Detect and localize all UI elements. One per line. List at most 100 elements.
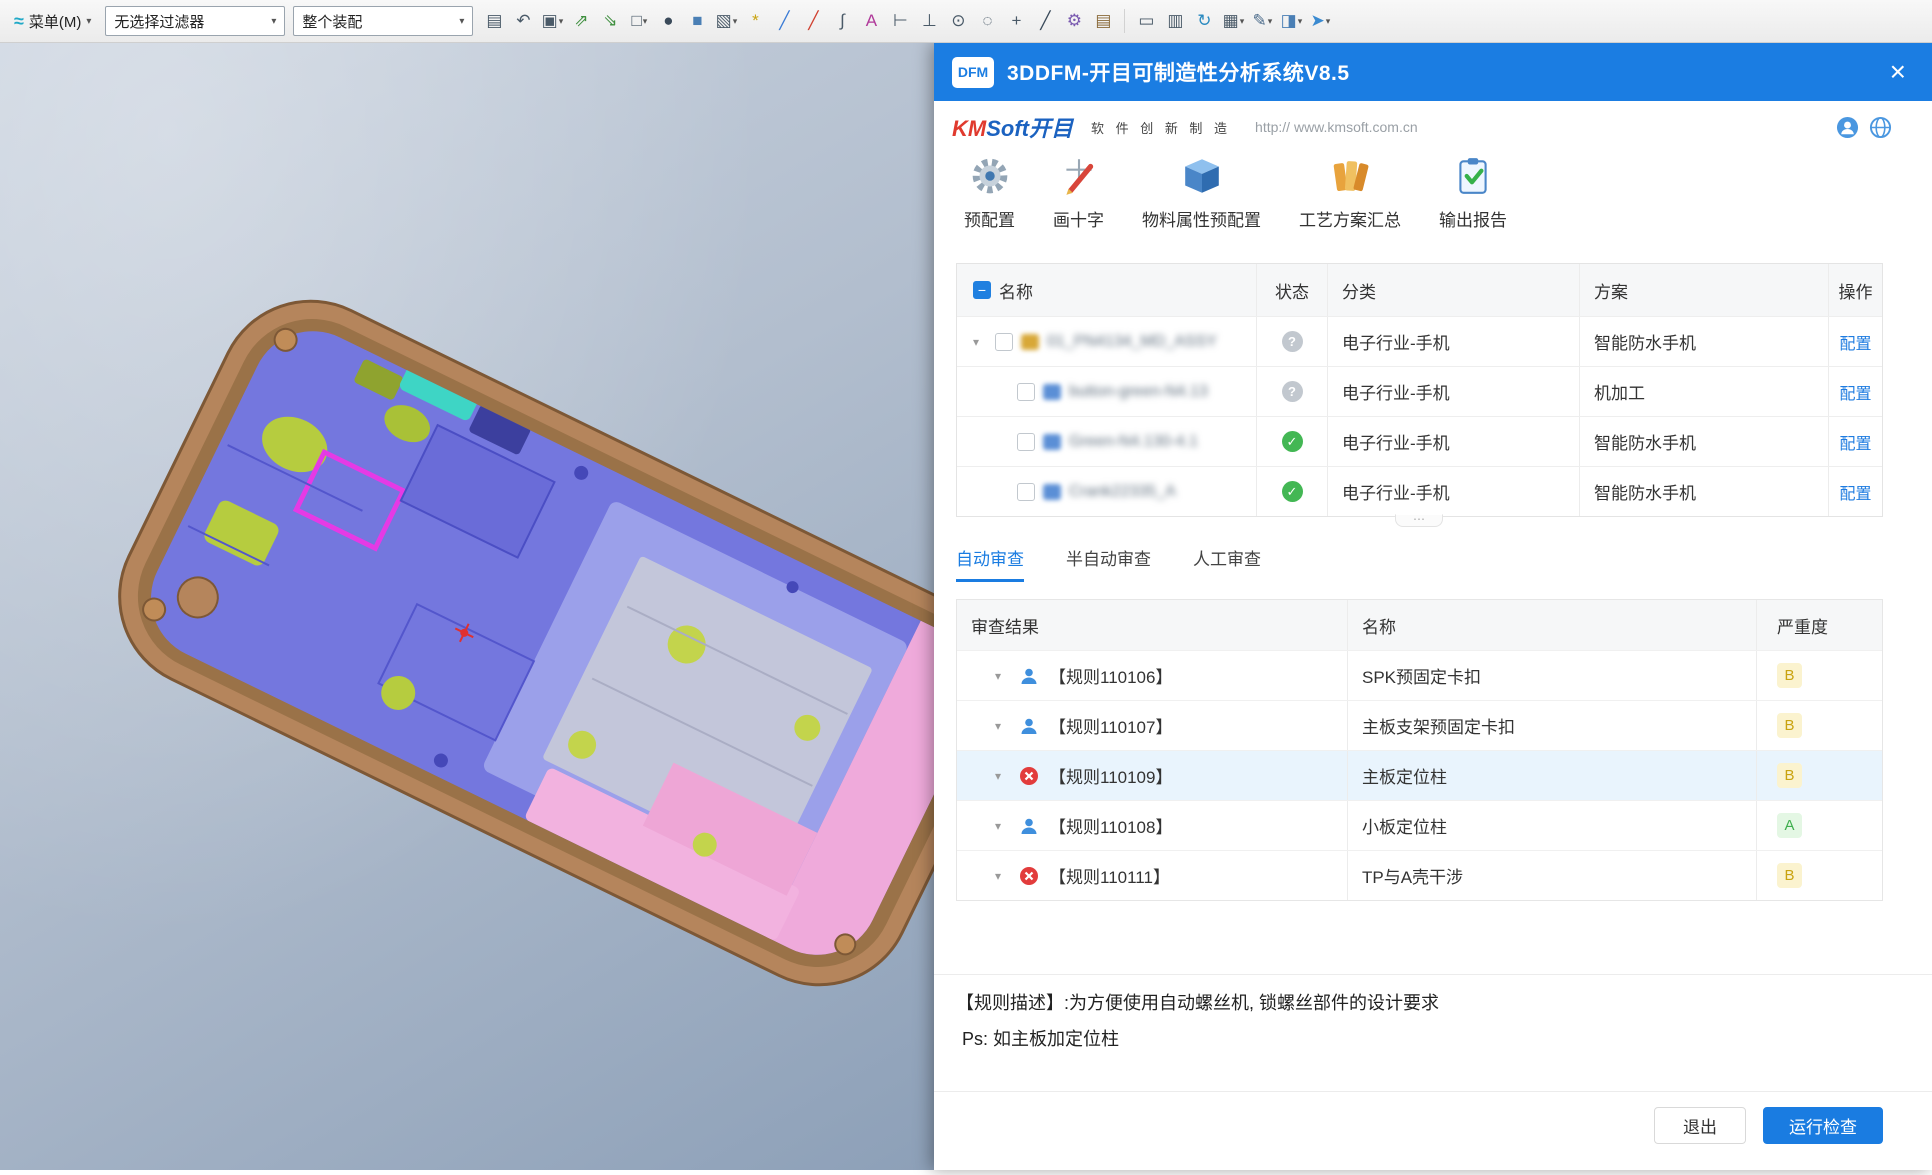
line-red-icon[interactable]: ╱ [800, 7, 826, 35]
perpendicular-icon[interactable]: ⊥ [916, 7, 942, 35]
globe-icon[interactable] [1869, 116, 1892, 139]
dialog-action-bar: 预配置 画十字 物料属性预配置 工艺方案 [964, 155, 1507, 231]
tab-manual-review[interactable]: 人工审查 [1193, 545, 1261, 582]
table-collapse-handle[interactable]: ⋯ [1395, 514, 1443, 527]
table-row[interactable]: ▾ 【规则110108】 小板定位柱 A [957, 800, 1882, 850]
close-icon[interactable]: × [1890, 58, 1906, 86]
table-icon-glyph: ▦ [1223, 11, 1239, 31]
cube-icon[interactable]: ■ [684, 7, 710, 35]
refresh-icon[interactable]: ↻ [1191, 7, 1217, 35]
snap-point-icon-glyph: * [752, 11, 759, 31]
chevron-down-icon: ▾ [459, 16, 464, 27]
tab-auto-review[interactable]: 自动审查 [956, 545, 1024, 582]
line-blue-icon[interactable]: ╱ [771, 7, 797, 35]
table-row-selected[interactable]: ▾ 【规则110109】 主板定位柱 B [957, 750, 1882, 800]
category-cell: 电子行业-手机 [1328, 367, 1580, 416]
expand-caret-icon[interactable]: ▾ [995, 669, 1009, 683]
gear-edit-icon[interactable]: ⚙ [1061, 7, 1087, 35]
3d-viewport[interactable] [0, 43, 934, 1170]
curve-icon[interactable]: ∫ [829, 7, 855, 35]
dropdown-caret: ▾ [1268, 16, 1273, 27]
part-icon [1043, 384, 1061, 400]
promote-icon[interactable]: ⇗ [568, 7, 594, 35]
solid-icon[interactable]: ◨▾ [1278, 7, 1304, 35]
run-check-button[interactable]: 运行检查 [1763, 1107, 1883, 1144]
action-label: 物料属性预配置 [1142, 206, 1261, 231]
rule-name: SPK预固定卡扣 [1348, 651, 1757, 700]
expand-caret-icon[interactable]: ▾ [995, 819, 1009, 833]
select-all-checkbox[interactable]: − [973, 281, 991, 299]
assembly-scope-dropdown[interactable]: 整个装配 ▾ [293, 6, 473, 36]
part-name: 01_PN4134_MD_ASSY [1047, 333, 1217, 351]
configure-link[interactable]: 配置 [1839, 430, 1871, 454]
demote-icon[interactable]: ⇘ [597, 7, 623, 35]
selection-box-icon[interactable]: □▾ [626, 7, 652, 35]
monitor-image-icon-glyph: ▥ [1167, 11, 1183, 31]
configure-link[interactable]: 配置 [1839, 480, 1871, 504]
snap-point-icon[interactable]: * [742, 7, 768, 35]
row-checkbox[interactable] [1017, 483, 1035, 501]
text-annotation-icon[interactable]: A [858, 7, 884, 35]
assembly-part-icon [1021, 334, 1039, 350]
rule-description-line2: Ps: 如主板加定位柱 [956, 1025, 1908, 1051]
configure-link[interactable]: 配置 [1839, 380, 1871, 404]
row-checkbox[interactable] [1017, 383, 1035, 401]
table-row[interactable]: ▾ 【规则110107】 主板支架预固定卡扣 B [957, 700, 1882, 750]
table-row[interactable]: button-green-N4.13 ? 电子行业-手机 机加工 配置 [957, 366, 1882, 416]
process-summary-button[interactable]: 工艺方案汇总 [1299, 155, 1401, 231]
configure-link[interactable]: 配置 [1839, 330, 1871, 354]
toolbar-icon-strip: ▤↶▣▾⇗⇘□▾●■▧▾*╱╱∫A⊢⊥⊙◌+╱⚙▤▭▥↻▦▾✎▾◨▾➤▾ [481, 7, 1333, 35]
expand-caret-icon[interactable]: ▾ [995, 719, 1009, 733]
menu-button[interactable]: ≈ 菜单(M) ▾ [8, 8, 97, 35]
circle-dashed-icon[interactable]: ◌ [974, 7, 1000, 35]
table-icon[interactable]: ▦▾ [1220, 7, 1246, 35]
row-checkbox[interactable] [1017, 433, 1035, 451]
dropdown-caret: ▾ [733, 16, 738, 27]
table-row[interactable]: ▾ 【规则110111】 TP与A壳干涉 B [957, 850, 1882, 900]
flow-icon-glyph: ➤ [1311, 11, 1325, 31]
books-stack-icon [1329, 155, 1371, 197]
table-row[interactable]: ▾ 01_PN4134_MD_ASSY ? 电子行业-手机 智能防水手机 配置 [957, 316, 1882, 366]
paste-icon[interactable]: ▤ [481, 7, 507, 35]
category-cell: 电子行业-手机 [1328, 417, 1580, 466]
dialog-titlebar[interactable]: DFM 3DDFM-开目可制造性分析系统V8.5 × [934, 43, 1932, 101]
expand-caret-icon[interactable]: ▾ [973, 335, 987, 349]
line-red-icon-glyph: ╱ [808, 11, 818, 31]
diagonal-icon[interactable]: ╱ [1032, 7, 1058, 35]
preconfig-button[interactable]: 预配置 [964, 155, 1015, 231]
severity-badge: B [1777, 863, 1802, 888]
table-row[interactable]: ▾ 【规则110106】 SPK预固定卡扣 B [957, 650, 1882, 700]
expand-caret-icon[interactable]: ▾ [995, 769, 1009, 783]
selection-filter-dropdown[interactable]: 无选择过滤器 ▾ [105, 6, 285, 36]
table-row[interactable]: Green-N4.130-4.1 ✓ 电子行业-手机 智能防水手机 配置 [957, 416, 1882, 466]
annotate-pen-icon[interactable]: ✎▾ [1249, 7, 1275, 35]
sphere-icon[interactable]: ● [655, 7, 681, 35]
assembly-icon[interactable]: ▧▾ [713, 7, 739, 35]
expand-caret-icon[interactable]: ▾ [995, 869, 1009, 883]
row-checkbox[interactable] [995, 333, 1013, 351]
user-avatar-icon[interactable] [1836, 116, 1859, 139]
flow-icon[interactable]: ➤▾ [1307, 7, 1333, 35]
exit-button[interactable]: 退出 [1654, 1107, 1746, 1144]
circle-center-icon[interactable]: ⊙ [945, 7, 971, 35]
document-stack-icon[interactable]: ▤ [1090, 7, 1116, 35]
draw-cross-button[interactable]: 画十字 [1053, 155, 1104, 231]
selection-box-icon-glyph: □ [632, 11, 642, 31]
monitor-image-icon[interactable]: ▥ [1162, 7, 1188, 35]
measure-icon[interactable]: ⊢ [887, 7, 913, 35]
undo-icon[interactable]: ↶ [510, 7, 536, 35]
table-row[interactable]: Crank22335_A ✓ 电子行业-手机 智能防水手机 配置 [957, 466, 1882, 516]
part-name: button-green-N4.13 [1069, 383, 1208, 401]
column-header-action: 操作 [1829, 264, 1882, 316]
review-tabs: 自动审查 半自动审查 人工审查 [956, 545, 1261, 582]
monitor-icon[interactable]: ▭ [1133, 7, 1159, 35]
cross-icon[interactable]: + [1003, 7, 1029, 35]
image-icon[interactable]: ▣▾ [539, 7, 565, 35]
solid-icon-glyph: ◨ [1281, 11, 1297, 31]
tab-semi-auto-review[interactable]: 半自动审查 [1066, 545, 1151, 582]
action-label: 工艺方案汇总 [1299, 206, 1401, 231]
column-header-plan: 方案 [1580, 264, 1829, 316]
status-unknown-icon: ? [1282, 381, 1303, 402]
material-preconfig-button[interactable]: 物料属性预配置 [1142, 155, 1261, 231]
output-report-button[interactable]: 输出报告 [1439, 155, 1507, 231]
